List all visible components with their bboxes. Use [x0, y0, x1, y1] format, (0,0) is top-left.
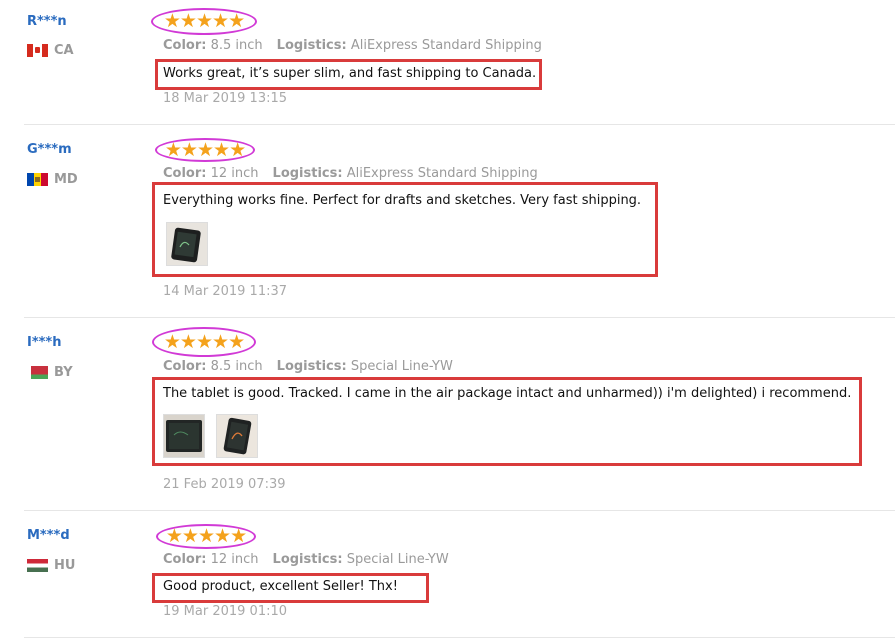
star-icon: ★	[212, 330, 229, 353]
reviewer-country: BY	[27, 365, 73, 380]
color-value: 12 inch	[210, 552, 259, 567]
star-rating: ★★★★★	[164, 138, 246, 161]
star-icon: ★	[230, 525, 247, 547]
star-icon: ★	[179, 330, 197, 353]
logistics-value: AliExpress Standard Shipping	[350, 38, 542, 53]
logistics-value: Special Line-YW	[346, 552, 449, 567]
flag-moldova-icon	[27, 173, 48, 186]
logistics-label: Logistics:	[272, 166, 343, 181]
review-date: 21 Feb 2019 07:39	[163, 477, 286, 492]
rating-highlight: ★★★★★	[155, 138, 255, 162]
review-text: The tablet is good. Tracked. I came in t…	[163, 386, 852, 401]
star-rating: ★★★★★	[163, 10, 245, 32]
country-code: CA	[54, 43, 74, 58]
review-photo-thumbnail[interactable]	[166, 222, 208, 266]
star-icon: ★	[165, 525, 183, 547]
star-icon: ★	[228, 10, 245, 32]
star-icon: ★	[179, 10, 197, 32]
reviewer-country: MD	[27, 172, 78, 187]
country-code: MD	[54, 172, 78, 187]
star-icon: ★	[181, 525, 199, 547]
rating-highlight: ★★★★★	[151, 8, 257, 35]
color-value: 12 inch	[210, 166, 259, 181]
reviewer-country: HU	[27, 558, 75, 573]
color-value: 8.5 inch	[210, 38, 263, 53]
flag-hungary-icon	[27, 559, 48, 572]
review-date: 18 Mar 2019 13:15	[163, 91, 288, 106]
tablet-photo-icon	[217, 415, 257, 457]
divider	[24, 637, 895, 638]
reviewer-name[interactable]: G***m	[27, 142, 72, 157]
star-icon: ★	[164, 138, 182, 161]
reviewer-name[interactable]: R***n	[27, 14, 67, 29]
country-code: HU	[54, 558, 76, 573]
color-label: Color:	[163, 552, 207, 567]
star-icon: ★	[195, 10, 213, 32]
review-meta: Color: 8.5 inch Logistics: Special Line-Y…	[163, 359, 453, 374]
review-meta: Color: 12 inch Logistics: Special Line-YW	[163, 552, 449, 567]
color-label: Color:	[163, 166, 207, 181]
logistics-label: Logistics:	[276, 38, 347, 53]
review-text: Works great, it’s super slim, and fast s…	[163, 66, 537, 81]
flag-canada-icon	[27, 44, 48, 57]
reviewer-name[interactable]: M***d	[27, 528, 70, 543]
reviewer-country: CA	[27, 43, 74, 58]
color-label: Color:	[163, 359, 207, 374]
review-photo-thumbnail[interactable]	[216, 414, 258, 458]
review-item: I***h BY ★★★★★ Color: 8.5 inch Logistics:…	[0, 318, 895, 510]
star-rating: ★★★★★	[165, 525, 247, 547]
star-icon: ★	[212, 10, 229, 32]
color-label: Color:	[163, 38, 207, 53]
review-date: 19 Mar 2019 01:10	[163, 604, 288, 619]
flag-belarus-icon	[27, 366, 48, 379]
review-photo-thumbnail[interactable]	[163, 414, 205, 458]
star-icon: ★	[163, 330, 181, 353]
rating-highlight: ★★★★★	[156, 524, 256, 549]
logistics-label: Logistics:	[272, 552, 343, 567]
logistics-value: AliExpress Standard Shipping	[346, 166, 538, 181]
logistics-label: Logistics:	[276, 359, 347, 374]
star-icon: ★	[197, 525, 215, 547]
star-icon: ★	[163, 10, 181, 32]
star-icon: ★	[229, 138, 246, 161]
review-meta: Color: 12 inch Logistics: AliExpress Stan…	[163, 166, 538, 181]
star-rating: ★★★★★	[163, 330, 245, 353]
review-text: Everything works fine. Perfect for draft…	[163, 193, 642, 208]
star-icon: ★	[196, 138, 214, 161]
star-icon: ★	[195, 330, 213, 353]
star-icon: ★	[180, 138, 198, 161]
logistics-value: Special Line-YW	[350, 359, 453, 374]
rating-highlight: ★★★★★	[152, 327, 256, 357]
color-value: 8.5 inch	[210, 359, 263, 374]
country-code: BY	[54, 365, 73, 380]
review-item: M***d HU ★★★★★ Color: 12 inch Logistics: …	[0, 511, 895, 639]
review-meta: Color: 8.5 inch Logistics: AliExpress Sta…	[163, 38, 542, 53]
tablet-photo-icon	[164, 415, 204, 457]
star-icon: ★	[213, 138, 230, 161]
star-icon: ★	[214, 525, 231, 547]
review-item: G***m MD ★★★★★ Color: 12 inch Logistics: …	[0, 125, 895, 317]
review-item: R***n CA ★★★★★ Color: 8.5 inch Logistics:…	[0, 0, 895, 124]
star-icon: ★	[228, 330, 245, 353]
review-text: Good product, excellent Seller! Thx!	[163, 579, 398, 594]
review-date: 14 Mar 2019 11:37	[163, 284, 288, 299]
tablet-photo-icon	[167, 223, 207, 265]
reviewer-name[interactable]: I***h	[27, 335, 62, 350]
